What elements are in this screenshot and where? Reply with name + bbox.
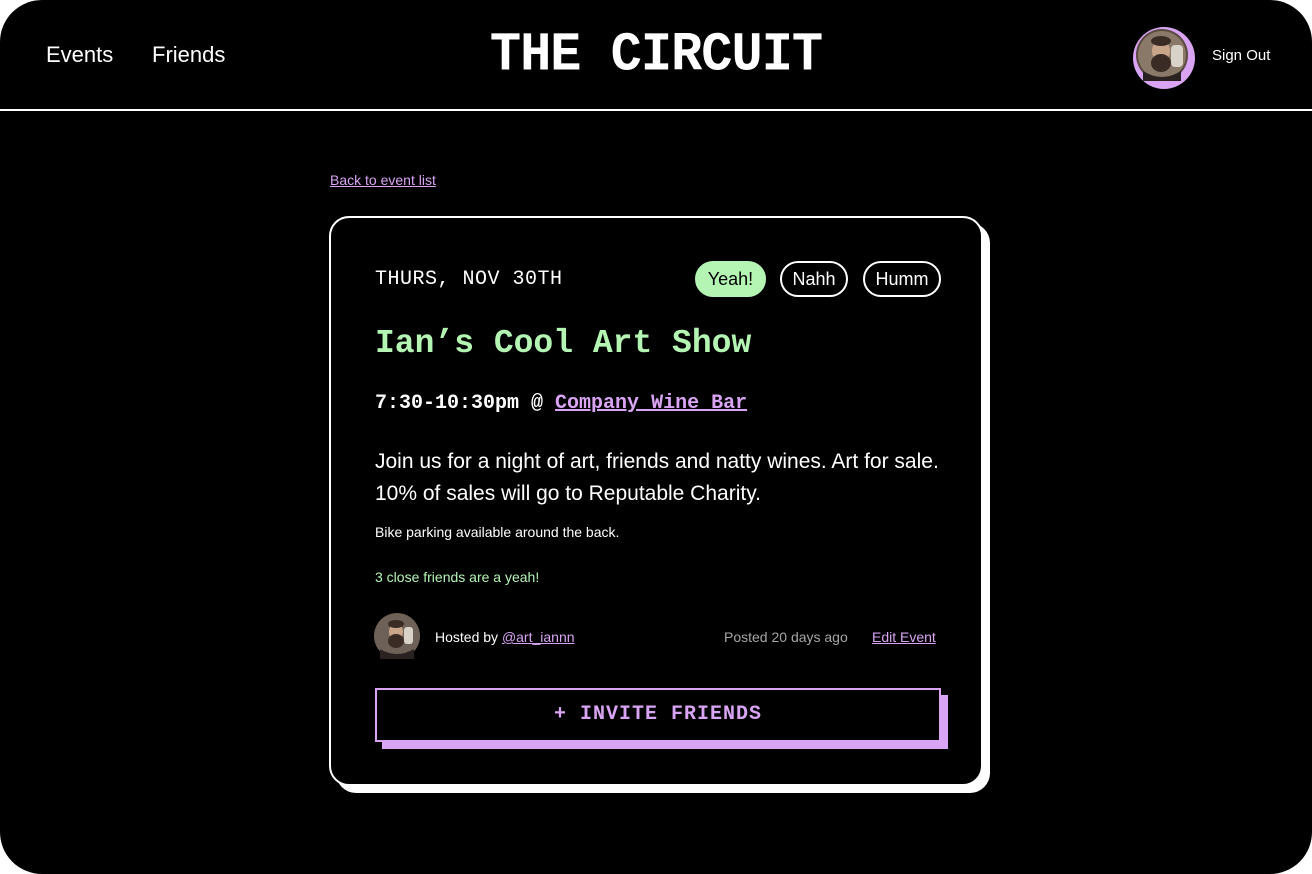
app-logo[interactable]: THE CIRCUIT (0, 25, 1312, 88)
event-date: THURS, NOV 30TH (375, 268, 563, 291)
event-card: THURS, NOV 30TH Yeah! Nahh Humm Ian’s Co… (329, 216, 983, 786)
rsvp-nahh-button[interactable]: Nahh (780, 261, 848, 297)
app-frame: Events Friends THE CIRCUIT Sign Out Back… (0, 0, 1312, 874)
event-note: Bike parking available around the back. (375, 524, 620, 540)
posted-timestamp: Posted 20 days ago (724, 629, 848, 645)
rsvp-yeah-button[interactable]: Yeah! (695, 261, 766, 297)
friends-attending-status: 3 close friends are a yeah! (375, 569, 540, 585)
host-avatar[interactable] (374, 613, 420, 659)
event-time: 7:30-10:30pm (375, 392, 520, 415)
event-at-symbol: @ (519, 392, 556, 415)
sign-out-link[interactable]: Sign Out (1212, 47, 1270, 65)
user-avatar[interactable] (1133, 27, 1195, 89)
hosted-by: Hosted by @art_iannn (435, 628, 575, 646)
back-to-event-list-link[interactable]: Back to event list (330, 171, 436, 189)
hosted-by-label: Hosted by (435, 629, 502, 645)
host-handle-link[interactable]: @art_iannn (502, 629, 575, 645)
event-title: Ian’s Cool Art Show (375, 325, 752, 362)
top-header: Events Friends THE CIRCUIT Sign Out (0, 0, 1312, 111)
event-description: Join us for a night of art, friends and … (375, 450, 939, 505)
invite-friends-button[interactable]: + INVITE FRIENDS (375, 688, 941, 742)
rsvp-humm-button[interactable]: Humm (863, 261, 941, 297)
edit-event-link[interactable]: Edit Event (872, 628, 936, 646)
venue-link[interactable]: Company Wine Bar (555, 392, 747, 415)
event-time-location: 7:30-10:30pm @ Company Wine Bar (375, 391, 747, 417)
